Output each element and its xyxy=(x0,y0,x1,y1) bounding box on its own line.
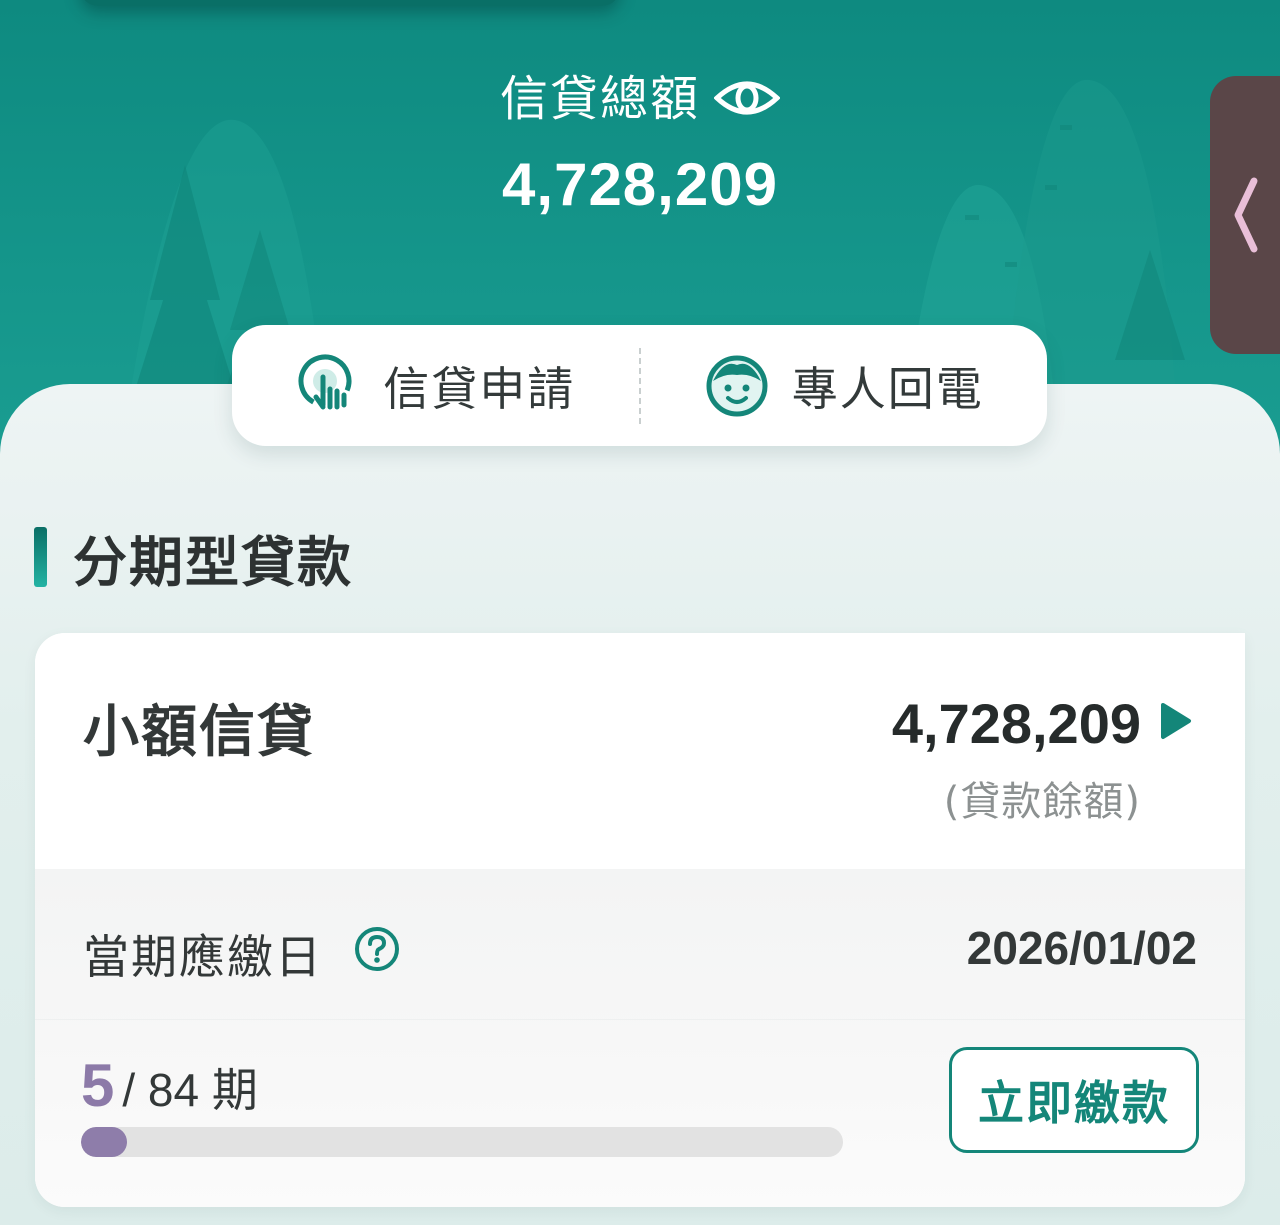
pay-now-button[interactable]: 立即繳款 xyxy=(949,1047,1199,1153)
chevron-left-icon xyxy=(1234,177,1258,253)
apply-credit-button[interactable]: 信貸申請 xyxy=(232,325,639,446)
installment-progress-fill xyxy=(81,1127,127,1157)
agent-face-icon xyxy=(704,353,770,419)
total-credit-label: 信貸總額 xyxy=(499,71,700,127)
side-drawer-tab[interactable] xyxy=(1210,76,1280,354)
due-date-label: 當期應繳日 xyxy=(83,930,323,984)
row-divider xyxy=(35,1019,1245,1020)
section-heading: 分期型貸款 xyxy=(34,524,353,594)
section-accent-bar xyxy=(34,527,47,587)
loan-card: 小額信貸 4,728,209 (貸款餘額) 當期應繳日 2026/01/02 5… xyxy=(35,633,1245,1207)
loan-name: 小額信貸 xyxy=(83,700,315,765)
loan-balance: 4,728,209 xyxy=(891,692,1141,755)
loan-balance-note: (貸款餘額) xyxy=(943,779,1141,825)
total-credit-heading: 信貸總額 xyxy=(0,62,1280,127)
tap-hand-icon xyxy=(295,353,361,419)
quick-action-bar: 信貸申請 專人回電 xyxy=(232,325,1047,446)
installment-progress-bar xyxy=(81,1127,843,1157)
due-date-value: 2026/01/02 xyxy=(966,922,1197,974)
total-credit-amount: 4,728,209 xyxy=(502,151,778,218)
callback-request-label: 專人回電 xyxy=(791,361,984,416)
section-title: 分期型貸款 xyxy=(73,530,353,594)
callback-request-button[interactable]: 專人回電 xyxy=(641,325,1048,446)
current-period: 5 xyxy=(81,1052,115,1119)
eye-icon[interactable] xyxy=(713,74,781,115)
loan-card-details: 當期應繳日 2026/01/02 5 / 84 期 立即繳款 xyxy=(35,869,1245,1207)
question-circle-icon[interactable] xyxy=(353,925,401,973)
play-icon[interactable] xyxy=(1157,701,1193,741)
total-periods: / 84 期 xyxy=(122,1064,258,1116)
header-shadow xyxy=(80,0,620,6)
installment-period: 5 / 84 期 xyxy=(81,1051,258,1120)
loan-card-header[interactable]: 小額信貸 4,728,209 (貸款餘額) xyxy=(35,633,1245,869)
apply-credit-label: 信貸申請 xyxy=(383,361,576,416)
